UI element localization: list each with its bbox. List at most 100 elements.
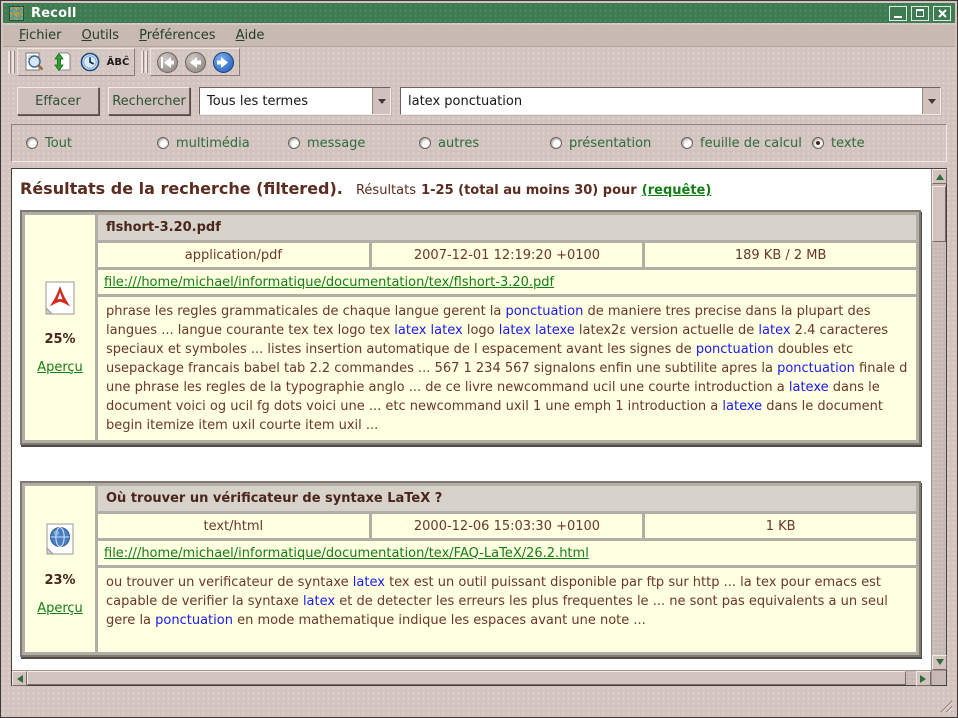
scroll-left-button[interactable] xyxy=(12,671,27,686)
scrollbar-corner xyxy=(931,670,946,685)
query-details-link[interactable]: (requête) xyxy=(642,183,712,198)
filter-option-feuille-de-calcul[interactable]: feuille de calcul xyxy=(681,136,812,151)
results-list: Résultats de la recherche (filtered). Ré… xyxy=(12,169,931,670)
vertical-scroll-trough[interactable] xyxy=(932,242,946,655)
results-heading: Résultats de la recherche (filtered). xyxy=(20,179,343,198)
result-snippet: phrase les regles grammaticales de chaqu… xyxy=(98,297,916,440)
vertical-scrollbar[interactable] xyxy=(931,169,946,670)
menu-bar: Fichier Outils Préférences Aide xyxy=(3,25,955,47)
radio-icon xyxy=(288,137,300,149)
history-clock-icon xyxy=(79,51,101,73)
triangle-down-icon xyxy=(936,659,944,669)
toolbar-handle-2[interactable] xyxy=(141,51,148,73)
result-mime-type: text/html xyxy=(98,514,369,538)
result-mime-type: application/pdf xyxy=(98,243,369,267)
search-bar: Effacer Rechercher Tous les termes xyxy=(17,87,941,115)
filter-label: présentation xyxy=(569,136,651,151)
close-icon xyxy=(938,9,947,18)
document-search-button[interactable] xyxy=(21,50,47,74)
history-clock-button[interactable] xyxy=(77,50,103,74)
filter-label: Tout xyxy=(45,136,72,151)
filter-label: texte xyxy=(831,136,865,151)
results-summary-count: 1-25 (total au moins 30) pour xyxy=(421,183,637,198)
triangle-right-icon xyxy=(920,675,930,683)
pdf-file-icon xyxy=(45,281,75,319)
previous-page-icon xyxy=(185,52,206,73)
scroll-down-button[interactable] xyxy=(932,655,947,670)
maximize-button[interactable] xyxy=(911,6,929,21)
result-side-cell: 25% Aperçu xyxy=(25,215,95,440)
relevance-percent: 23% xyxy=(44,573,75,588)
result-url-row: file:///home/michael/informatique/docume… xyxy=(98,541,916,565)
first-page-icon xyxy=(157,52,178,73)
update-index-icon xyxy=(51,51,73,73)
title-bar[interactable]: Recoll xyxy=(3,3,955,23)
triangle-up-icon xyxy=(936,170,944,180)
result-url-row: file:///home/michael/informatique/docume… xyxy=(98,270,916,294)
search-query-combo xyxy=(400,87,941,115)
preview-link[interactable]: Aperçu xyxy=(37,601,83,616)
resize-grip[interactable] xyxy=(939,699,952,712)
search-query-input[interactable] xyxy=(401,88,922,114)
filter-label: message xyxy=(307,136,365,151)
menu-outils[interactable]: Outils xyxy=(72,26,130,46)
filter-option-presentation[interactable]: présentation xyxy=(550,136,681,151)
term-explorer-icon: ÂBĈ xyxy=(107,57,130,68)
next-page-icon xyxy=(213,52,234,73)
window-title: Recoll xyxy=(31,6,77,21)
chevron-down-icon xyxy=(378,99,386,108)
radio-icon xyxy=(681,137,693,149)
term-mode-dropdown-button[interactable] xyxy=(372,88,390,114)
radio-icon xyxy=(550,137,562,149)
filter-option-tout[interactable]: Tout xyxy=(26,136,157,151)
query-history-dropdown-button[interactable] xyxy=(922,88,940,114)
menu-preferences[interactable]: Préférences xyxy=(129,26,225,46)
filter-option-texte[interactable]: texte xyxy=(812,136,865,151)
first-page-button[interactable] xyxy=(154,50,180,74)
results-summary: Résultats xyxy=(356,183,416,198)
menu-fichier[interactable]: Fichier xyxy=(9,26,72,46)
filter-option-message[interactable]: message xyxy=(288,136,419,151)
result-title: flshort-3.20.pdf xyxy=(98,215,916,240)
result-date: 2007-12-01 12:19:20 +0100 xyxy=(372,243,643,267)
term-explorer-button[interactable]: ÂBĈ xyxy=(105,50,131,74)
menu-aide[interactable]: Aide xyxy=(226,26,275,46)
maximize-icon xyxy=(916,9,924,17)
status-bar xyxy=(3,686,955,715)
next-page-button[interactable] xyxy=(210,50,236,74)
scroll-right-button[interactable] xyxy=(916,671,931,686)
minimize-icon xyxy=(894,16,902,18)
search-button[interactable]: Rechercher xyxy=(108,87,190,115)
term-mode-value: Tous les termes xyxy=(200,88,372,114)
radio-icon xyxy=(157,137,169,149)
result-item: 23% Aperçu Où trouver un vérificateur de… xyxy=(20,481,921,657)
recoll-window: Recoll Fichier Outils Préférences Aide xyxy=(0,0,958,718)
filter-label: feuille de calcul xyxy=(700,136,802,151)
horizontal-scroll-thumb[interactable] xyxy=(27,671,906,685)
filter-option-autres[interactable]: autres xyxy=(419,136,550,151)
category-filter-frame: Tout multimédia message autres présentat… xyxy=(11,124,947,162)
minimize-button[interactable] xyxy=(889,6,907,21)
html-file-icon xyxy=(45,522,75,560)
vertical-scroll-thumb[interactable] xyxy=(932,186,946,242)
result-size: 1 KB xyxy=(645,514,916,538)
result-item: 25% Aperçu flshort-3.20.pdf application/… xyxy=(20,210,921,445)
filter-label: multimédia xyxy=(176,136,250,151)
update-index-button[interactable] xyxy=(49,50,75,74)
window-controls xyxy=(889,6,951,21)
results-area: Résultats de la recherche (filtered). Ré… xyxy=(11,168,947,686)
result-details: Où trouver un vérificateur de syntaxe La… xyxy=(98,486,916,652)
result-url-link[interactable]: file:///home/michael/informatique/docume… xyxy=(104,275,554,290)
close-button[interactable] xyxy=(933,6,951,21)
result-url-link[interactable]: file:///home/michael/informatique/docume… xyxy=(104,546,589,561)
scroll-up-button[interactable] xyxy=(932,169,947,184)
horizontal-scrollbar[interactable] xyxy=(12,670,931,685)
relevance-percent: 25% xyxy=(44,332,75,347)
clear-button[interactable]: Effacer xyxy=(17,87,99,115)
term-mode-select[interactable]: Tous les termes xyxy=(199,87,391,115)
filter-option-multimedia[interactable]: multimédia xyxy=(157,136,288,151)
toolbar: ÂBĈ xyxy=(3,47,955,77)
toolbar-handle[interactable] xyxy=(8,51,15,73)
previous-page-button[interactable] xyxy=(182,50,208,74)
preview-link[interactable]: Aperçu xyxy=(37,360,83,375)
